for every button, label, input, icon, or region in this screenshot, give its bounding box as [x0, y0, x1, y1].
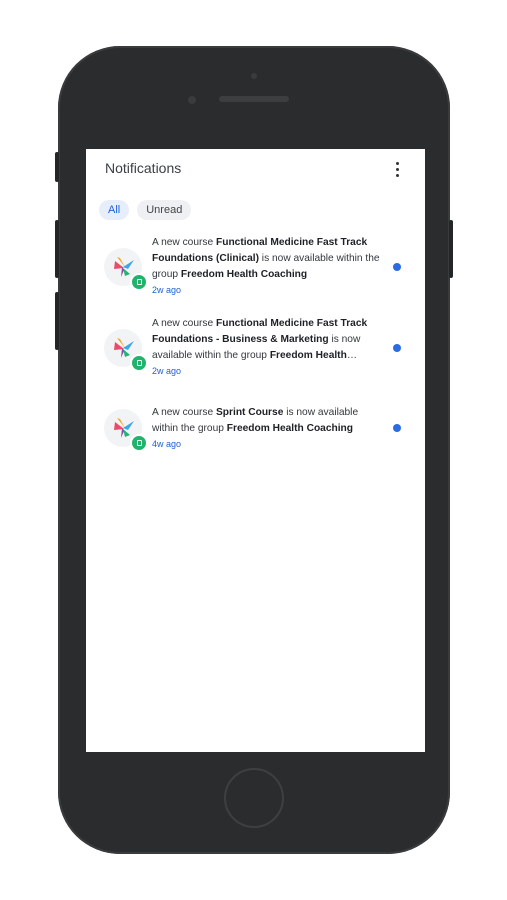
unread-indicator [393, 424, 401, 432]
notification-time: 2w ago [152, 285, 182, 295]
unread-indicator [393, 344, 401, 352]
notification-item[interactable]: A new course Sprint Course is now availa… [86, 405, 425, 455]
notification-item[interactable]: A new course Functional Medicine Fast Tr… [86, 316, 425, 386]
front-camera [188, 96, 196, 104]
course-badge-icon [130, 434, 148, 452]
mute-switch [55, 152, 59, 182]
notification-text: A new course Functional Medicine Fast Tr… [152, 235, 382, 297]
unread-indicator [393, 263, 401, 271]
more-vertical-icon[interactable] [389, 158, 405, 180]
filter-unread-chip[interactable]: Unread [137, 200, 192, 220]
notification-text: A new course Sprint Course is now availa… [152, 405, 382, 451]
earpiece-speaker [219, 96, 289, 102]
notification-time: 2w ago [152, 366, 182, 376]
power-button [449, 220, 453, 278]
notification-time: 4w ago [152, 439, 182, 449]
course-badge-icon [130, 273, 148, 291]
notifications-screen: Notifications All Unread A new course Fu… [86, 149, 425, 752]
course-badge-icon [130, 354, 148, 372]
sensor-dot [251, 73, 257, 79]
page-title: Notifications [105, 160, 182, 176]
volume-up-button [55, 220, 59, 278]
notification-text: A new course Functional Medicine Fast Tr… [152, 316, 382, 378]
volume-down-button [55, 292, 59, 350]
notification-item[interactable]: A new course Functional Medicine Fast Tr… [86, 235, 425, 305]
filter-chips: All Unread [99, 200, 192, 220]
home-button[interactable] [224, 768, 284, 828]
filter-all-chip[interactable]: All [99, 200, 130, 220]
